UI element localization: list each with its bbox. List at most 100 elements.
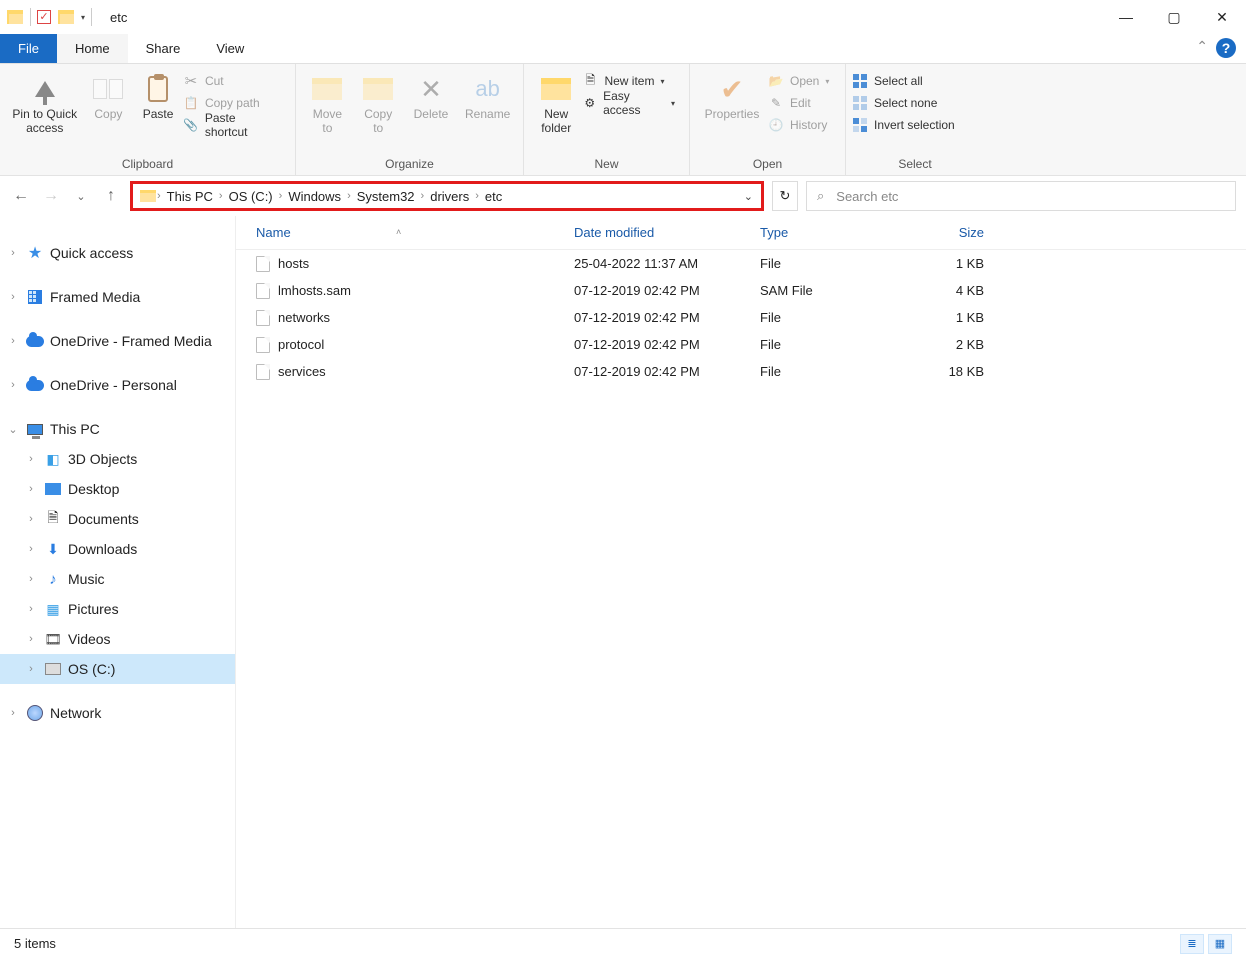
copy-path-button[interactable]: 📋Copy path: [183, 92, 289, 114]
nav-forward-button[interactable]: →: [40, 187, 62, 205]
file-icon: [256, 256, 270, 272]
breadcrumb-windows[interactable]: Windows: [282, 189, 347, 204]
tree-3d-objects[interactable]: ›◧3D Objects: [0, 444, 235, 474]
music-icon: ♪: [44, 571, 62, 587]
new-folder-button[interactable]: New folder: [530, 68, 582, 136]
tab-share[interactable]: Share: [128, 34, 199, 63]
copy-to-button[interactable]: Copy to: [353, 68, 404, 136]
sort-asc-icon: ˄: [396, 227, 401, 237]
select-none-icon: [852, 95, 868, 111]
file-rows-container: hosts25-04-2022 11:37 AMFile1 KBlmhosts.…: [236, 250, 1246, 385]
qat-folder-icon: [6, 9, 24, 25]
refresh-button[interactable]: ↻: [772, 181, 798, 211]
tab-home[interactable]: Home: [57, 34, 128, 63]
file-name: networks: [278, 310, 574, 325]
copy-button[interactable]: Copy: [84, 68, 134, 122]
ribbon-collapse-icon[interactable]: ⌃: [1196, 38, 1208, 55]
breadcrumb-system32[interactable]: System32: [351, 189, 421, 204]
open-button[interactable]: 📂Open▾: [768, 70, 837, 92]
address-bar[interactable]: › This PC› OS (C:)› Windows› System32› d…: [130, 181, 764, 211]
rename-icon: ab: [471, 72, 505, 106]
file-row[interactable]: hosts25-04-2022 11:37 AMFile1 KB: [236, 250, 1246, 277]
copy-icon: [91, 72, 125, 106]
tree-videos[interactable]: ›🎞Videos: [0, 624, 235, 654]
breadcrumb-this-pc[interactable]: This PC: [161, 189, 219, 204]
history-icon: 🕘: [768, 117, 784, 133]
col-date[interactable]: Date modified: [574, 225, 760, 240]
onedrive-icon: [26, 333, 44, 349]
file-row[interactable]: services07-12-2019 02:42 PMFile18 KB: [236, 358, 1246, 385]
file-row[interactable]: protocol07-12-2019 02:42 PMFile2 KB: [236, 331, 1246, 358]
file-row[interactable]: lmhosts.sam07-12-2019 02:42 PMSAM File4 …: [236, 277, 1246, 304]
tree-desktop[interactable]: ›Desktop: [0, 474, 235, 504]
rename-button[interactable]: ab Rename: [458, 68, 517, 122]
breadcrumb-os-c[interactable]: OS (C:): [223, 189, 279, 204]
tree-onedrive-personal[interactable]: ›OneDrive - Personal: [0, 370, 235, 400]
cut-button[interactable]: ✂Cut: [183, 70, 289, 92]
tree-downloads[interactable]: ›⬇Downloads: [0, 534, 235, 564]
building-icon: [26, 289, 44, 305]
file-icon: [256, 364, 270, 380]
edit-button[interactable]: ✎Edit: [768, 92, 837, 114]
paste-shortcut-button[interactable]: 📎Paste shortcut: [183, 114, 289, 136]
address-history-dropdown[interactable]: ⌄: [744, 190, 753, 203]
search-icon: ⌕: [817, 188, 824, 204]
easy-access-button[interactable]: ⚙Easy access▾: [582, 92, 683, 114]
breadcrumb-etc[interactable]: etc: [479, 189, 508, 204]
col-size[interactable]: Size: [902, 225, 994, 240]
tree-pictures[interactable]: ›▦Pictures: [0, 594, 235, 624]
navigation-pane: ›★Quick access ›Framed Media ›OneDrive -…: [0, 216, 236, 928]
invert-selection-button[interactable]: Invert selection: [852, 114, 963, 136]
col-type[interactable]: Type: [760, 225, 902, 240]
tree-music[interactable]: ›♪Music: [0, 564, 235, 594]
pictures-icon: ▦: [44, 601, 62, 617]
file-date: 07-12-2019 02:42 PM: [574, 337, 760, 352]
tree-onedrive-framed[interactable]: ›OneDrive - Framed Media: [0, 326, 235, 356]
paste-button[interactable]: Paste: [133, 68, 183, 122]
history-button[interactable]: 🕘History: [768, 114, 837, 136]
tree-network[interactable]: ›Network: [0, 698, 235, 728]
tree-documents[interactable]: ›🗎Documents: [0, 504, 235, 534]
paste-icon: [141, 72, 175, 106]
tree-this-pc[interactable]: ⌄This PC: [0, 414, 235, 444]
qat-properties-icon[interactable]: ✓: [37, 10, 51, 24]
ribbon: Pin to Quick access Copy Paste ✂Cut 📋Cop…: [0, 64, 1246, 176]
close-button[interactable]: ✕: [1198, 0, 1246, 34]
nav-back-button[interactable]: ←: [10, 187, 32, 205]
delete-button[interactable]: ✕ Delete: [404, 68, 459, 122]
address-folder-icon: [139, 188, 157, 204]
view-details-button[interactable]: ≣: [1180, 934, 1204, 954]
tab-file[interactable]: File: [0, 34, 57, 63]
search-box[interactable]: ⌕ Search etc: [806, 181, 1236, 211]
help-icon[interactable]: ?: [1216, 38, 1236, 58]
tree-framed-media[interactable]: ›Framed Media: [0, 282, 235, 312]
pin-to-quick-access-button[interactable]: Pin to Quick access: [6, 68, 84, 136]
content-area: ›★Quick access ›Framed Media ›OneDrive -…: [0, 216, 1246, 928]
col-name[interactable]: Name˄: [256, 225, 574, 240]
nav-recent-dropdown[interactable]: ⌄: [70, 190, 92, 203]
breadcrumb-drivers[interactable]: drivers: [424, 189, 475, 204]
view-icons-button[interactable]: ▦: [1208, 934, 1232, 954]
move-to-button[interactable]: Move to: [302, 68, 353, 136]
file-date: 25-04-2022 11:37 AM: [574, 256, 760, 271]
properties-icon: ✔: [715, 72, 749, 106]
file-size: 1 KB: [902, 256, 994, 271]
select-all-button[interactable]: Select all: [852, 70, 963, 92]
qat-separator: [30, 8, 31, 26]
file-row[interactable]: networks07-12-2019 02:42 PMFile1 KB: [236, 304, 1246, 331]
tab-view[interactable]: View: [198, 34, 262, 63]
nav-up-button[interactable]: ↑: [100, 187, 122, 205]
qat-newfolder-icon[interactable]: [57, 9, 75, 25]
window-title: etc: [110, 10, 127, 25]
select-none-button[interactable]: Select none: [852, 92, 963, 114]
copy-path-icon: 📋: [183, 95, 199, 111]
tree-os-c[interactable]: ›OS (C:): [0, 654, 235, 684]
minimize-button[interactable]: —: [1102, 0, 1150, 34]
qat-customize-dropdown[interactable]: ▾: [81, 13, 85, 22]
maximize-button[interactable]: ▢: [1150, 0, 1198, 34]
properties-button[interactable]: ✔ Properties: [696, 68, 768, 122]
group-label-open: Open: [690, 157, 845, 175]
file-date: 07-12-2019 02:42 PM: [574, 283, 760, 298]
videos-icon: 🎞: [44, 631, 62, 647]
tree-quick-access[interactable]: ›★Quick access: [0, 238, 235, 268]
